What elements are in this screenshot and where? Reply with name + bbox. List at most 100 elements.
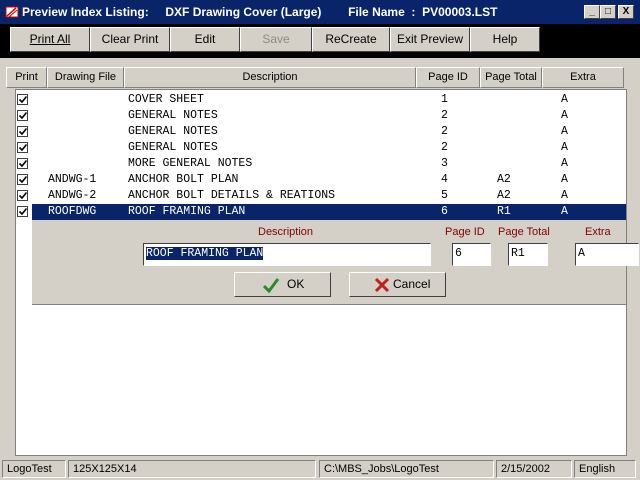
cell-extra: A — [561, 93, 568, 106]
row-highlight: GENERAL NOTES 2 A — [32, 124, 626, 140]
recreate-button[interactable]: ReCreate — [312, 27, 390, 52]
toolbar: Print All Clear Print Edit Save ReCreate… — [0, 24, 640, 58]
index-list[interactable]: COVER SHEET 1 A GENERAL NOTES 2 A GENERAL NOTE… — [15, 89, 639, 456]
print-checkbox[interactable] — [17, 174, 28, 185]
ok-button[interactable]: OK — [234, 272, 331, 297]
app-icon — [5, 6, 19, 18]
cell-drawing-file: ROOFDWG — [48, 205, 97, 218]
close-button[interactable]: X — [618, 5, 634, 19]
edit-button[interactable]: Edit — [170, 27, 240, 52]
cell-page-total: R1 — [497, 205, 511, 218]
table-row[interactable]: GENERAL NOTES 2 A — [16, 140, 626, 156]
cell-page-total: A2 — [497, 189, 511, 202]
column-header-print[interactable]: Print — [6, 67, 47, 88]
save-label: Save — [262, 32, 290, 46]
description-input[interactable]: ROOF FRAMING PLAN — [143, 243, 431, 266]
cell-description: MORE GENERAL NOTES — [128, 157, 253, 170]
print-checkbox[interactable] — [17, 190, 28, 201]
clear-print-button[interactable]: Clear Print — [90, 27, 170, 52]
cell-description: COVER SHEET — [128, 93, 204, 106]
table-row[interactable]: MORE GENERAL NOTES 3 A — [16, 156, 626, 172]
table-row[interactable]: COVER SHEET 1 A — [16, 92, 626, 108]
recreate-label: ReCreate — [325, 32, 377, 46]
cell-drawing-file: ANDWG-1 — [48, 173, 97, 186]
extra-input[interactable]: A — [575, 243, 639, 266]
row-highlight: ANDWG-2 ANCHOR BOLT DETAILS & REATIONS 5 A2… — [32, 188, 626, 204]
row-highlight: GENERAL NOTES 2 A — [32, 108, 626, 124]
print-checkbox[interactable] — [17, 142, 28, 153]
description-label: Description — [258, 226, 314, 238]
table-row[interactable]: ANDWG-1 ANCHOR BOLT PLAN 4 A2 A — [16, 172, 626, 188]
print-checkbox[interactable] — [17, 126, 28, 137]
print-checkbox[interactable] — [17, 94, 28, 105]
column-header-page-total[interactable]: Page Total — [480, 67, 542, 88]
help-label: Help — [492, 32, 518, 46]
cell-description: ANCHOR BOLT PLAN — [128, 173, 239, 186]
window-title: Preview Index Listing: DXF Drawing Cover… — [22, 5, 498, 19]
clear-print-label: Clear Print — [101, 32, 159, 46]
ok-label: OK — [287, 277, 305, 291]
cell-extra: A — [561, 205, 568, 218]
cancel-button[interactable]: Cancel — [349, 272, 446, 297]
row-highlight: ANDWG-1 ANCHOR BOLT PLAN 4 A2 A — [32, 172, 626, 188]
column-header-page-id[interactable]: Page ID — [416, 67, 480, 88]
cell-extra: A — [561, 157, 568, 170]
print-checkbox[interactable] — [17, 110, 28, 121]
page-total-input[interactable]: R1 — [508, 243, 548, 266]
cell-page-id: 6 — [441, 205, 448, 218]
cancel-label: Cancel — [393, 277, 431, 291]
checkmark-icon — [263, 278, 279, 293]
cell-page-id: 1 — [441, 93, 448, 106]
page-total-label: Page Total — [498, 226, 550, 238]
status-job: LogoTest — [2, 460, 66, 478]
help-button[interactable]: Help — [470, 27, 540, 52]
cell-description: GENERAL NOTES — [128, 109, 218, 122]
exit-preview-button[interactable]: Exit Preview — [390, 27, 470, 52]
maximize-button[interactable]: □ — [600, 5, 616, 19]
cell-description: GENERAL NOTES — [128, 141, 218, 154]
column-header-description[interactable]: Description — [124, 67, 416, 88]
grid-header: Print Drawing File Description Page ID P… — [6, 67, 624, 88]
cell-drawing-file: ANDWG-2 — [48, 189, 97, 202]
edit-panel: Description Page ID Page Total Extra ROO… — [32, 220, 639, 305]
cell-description: ANCHOR BOLT DETAILS & REATIONS — [128, 189, 336, 202]
status-size: 125X125X14 — [68, 460, 316, 478]
row-highlight: MORE GENERAL NOTES 3 A — [32, 156, 626, 172]
status-path: C:\MBS_Jobs\LogoTest — [319, 460, 494, 478]
print-checkbox[interactable] — [17, 158, 28, 169]
row-highlight: GENERAL NOTES 2 A — [32, 140, 626, 156]
save-button[interactable]: Save — [240, 27, 312, 52]
cell-page-id: 2 — [441, 141, 448, 154]
cell-page-total: A2 — [497, 173, 511, 186]
cell-extra: A — [561, 141, 568, 154]
row-highlight: ROOFDWG ROOF FRAMING PLAN 6 R1 A — [32, 204, 626, 220]
cell-description: GENERAL NOTES — [128, 125, 218, 138]
print-all-button[interactable]: Print All — [10, 27, 90, 52]
column-header-drawing-file[interactable]: Drawing File — [47, 67, 124, 88]
minimize-button[interactable]: _ — [584, 5, 600, 19]
status-date: 2/15/2002 — [496, 460, 572, 478]
column-header-extra[interactable]: Extra — [542, 67, 624, 88]
cell-extra: A — [561, 109, 568, 122]
status-language: English — [574, 460, 636, 478]
cell-extra: A — [561, 189, 568, 202]
exit-preview-label: Exit Preview — [396, 32, 464, 46]
page-id-label: Page ID — [445, 226, 485, 238]
cell-extra: A — [561, 125, 568, 138]
row-highlight: COVER SHEET 1 A — [32, 92, 626, 108]
print-checkbox[interactable] — [17, 206, 28, 217]
cell-page-id: 2 — [441, 125, 448, 138]
cell-page-id: 2 — [441, 109, 448, 122]
table-row[interactable]: GENERAL NOTES 2 A — [16, 124, 626, 140]
cell-page-id: 4 — [441, 173, 448, 186]
table-row[interactable]: GENERAL NOTES 2 A — [16, 108, 626, 124]
table-row[interactable]: ANDWG-2 ANCHOR BOLT DETAILS & REATIONS 5 A2… — [16, 188, 626, 204]
title-bar: Preview Index Listing: DXF Drawing Cover… — [0, 0, 640, 24]
table-row[interactable]: ROOFDWG ROOF FRAMING PLAN 6 R1 A — [16, 204, 626, 220]
cell-page-id: 3 — [441, 157, 448, 170]
cell-extra: A — [561, 173, 568, 186]
page-id-input[interactable]: 6 — [452, 243, 491, 266]
extra-label: Extra — [585, 226, 611, 238]
cell-description: ROOF FRAMING PLAN — [128, 205, 246, 218]
cell-page-id: 5 — [441, 189, 448, 202]
